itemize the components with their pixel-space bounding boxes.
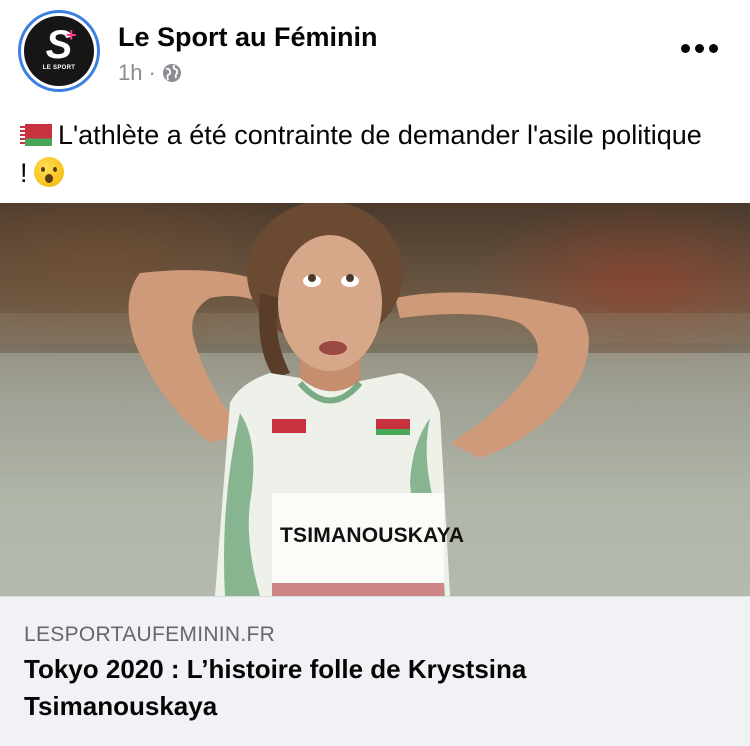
more-dot: [681, 44, 690, 53]
link-preview-card[interactable]: LESPORTAUFEMININ.FR Tokyo 2020 : L’histo…: [0, 596, 750, 746]
page-avatar[interactable]: S + LE SPORT: [18, 10, 100, 92]
page-logo: S + LE SPORT: [24, 16, 94, 86]
belarus-flag-icon: [20, 124, 52, 146]
logo-caption: LE SPORT: [42, 65, 76, 71]
link-domain: LESPORTAUFEMININ.FR: [24, 623, 276, 646]
page-name-link[interactable]: Le Sport au Féminin: [118, 22, 378, 53]
bib-name: TSIMANOUSKAYA: [280, 524, 465, 547]
more-dot: [695, 44, 704, 53]
logo-plus: +: [66, 25, 77, 45]
meta-separator: ·: [148, 60, 156, 85]
post-message: L'athlète a été contrainte de demander l…: [20, 116, 710, 192]
link-title[interactable]: Tokyo 2020 : L’histoire folle de Krystsi…: [24, 651, 724, 725]
post-time[interactable]: 1h: [118, 60, 142, 86]
globe-icon: [162, 63, 182, 83]
facebook-post: S + LE SPORT Le Sport au Féminin 1h · L'…: [0, 0, 750, 746]
astonished-face-icon: [33, 157, 64, 187]
more-options-button[interactable]: [677, 40, 722, 57]
post-meta: 1h ·: [118, 60, 182, 86]
post-text: L'athlète a été contrainte de demander l…: [20, 120, 702, 188]
more-dot: [709, 44, 718, 53]
